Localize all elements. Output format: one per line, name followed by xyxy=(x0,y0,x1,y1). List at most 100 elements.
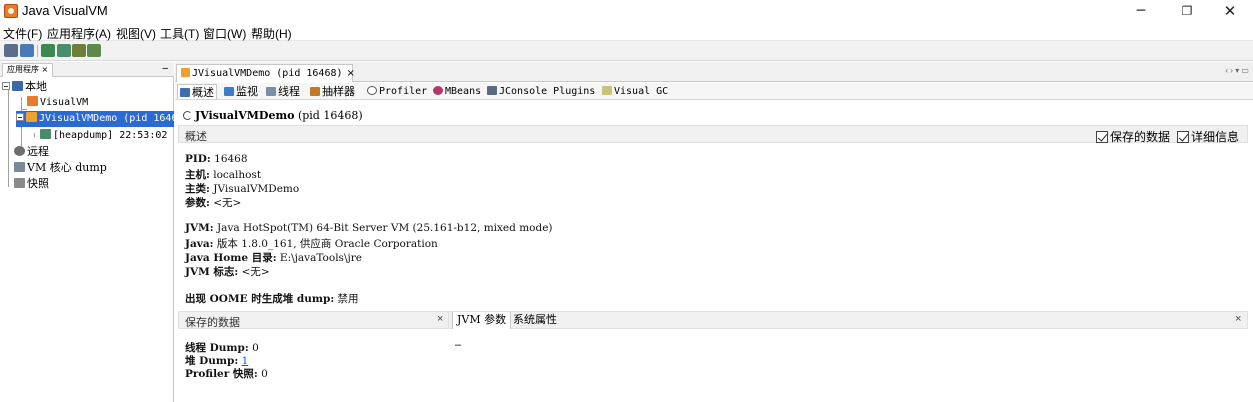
java-app-icon xyxy=(181,68,190,77)
menu-file[interactable]: 文件(F) xyxy=(3,25,42,42)
core-dump-icon xyxy=(14,162,25,172)
info-value: <无> xyxy=(213,197,242,209)
info-label: Java Home 目录: xyxy=(185,252,277,264)
tree-line xyxy=(8,87,9,187)
tree-node-remote-label: 远程 xyxy=(27,145,49,158)
info-oome-heapdump: 出现 OOME 时生成堆 dump: 禁用 xyxy=(185,291,359,306)
tab-applications[interactable]: 应用程序 × xyxy=(2,63,54,77)
monitor-icon xyxy=(224,87,234,96)
saved-data-checkbox[interactable]: 保存的数据 xyxy=(1096,128,1170,145)
jvm-args-content: – xyxy=(455,339,462,351)
details-checkbox[interactable]: 详细信息 xyxy=(1177,128,1239,145)
app-header-pid: (pid 16468) xyxy=(297,109,363,122)
tab-overview[interactable]: 概述 xyxy=(177,84,217,99)
computer-icon xyxy=(12,81,23,91)
java-app-icon xyxy=(26,112,37,122)
info-value: 0 xyxy=(261,368,268,380)
collapse-icon[interactable] xyxy=(16,113,24,121)
tree-node-core-dump-label: VM 核心 dump xyxy=(27,161,107,174)
tab-jvm-args[interactable]: JVM 参数 xyxy=(452,312,512,329)
sampler-icon xyxy=(310,87,320,96)
info-value: E:\javaTools\jre xyxy=(279,252,362,264)
tab-jconsole-plugins[interactable]: JConsole Plugins xyxy=(485,84,597,99)
checkbox-checked-icon xyxy=(1177,131,1189,143)
add-jmx-icon[interactable] xyxy=(20,44,34,57)
tab-monitor[interactable]: 监视 xyxy=(222,84,260,99)
app-header: JVisualVMDemo (pid 16468) xyxy=(183,109,363,122)
info-label: JVM 标志: xyxy=(185,266,239,278)
saved-data-header: 保存的数据 × xyxy=(178,311,449,329)
tab-mbeans[interactable]: MBeans xyxy=(431,84,483,99)
tab-profiler[interactable]: Profiler xyxy=(365,84,429,99)
main-area: JVisualVMDemo (pid 16468) × ‹ › ▾ ▭ 概述 监视… xyxy=(175,62,1253,402)
info-label: Java: xyxy=(185,238,214,250)
overview-section-title: 概述 xyxy=(185,130,207,143)
overview-icon xyxy=(180,88,190,97)
info-jvm-flags: JVM 标志: <无> xyxy=(185,264,270,279)
menu-bar: 文件(F) 应用程序(A) 视图(V) 工具(T) 窗口(W) 帮助(H) xyxy=(0,22,1253,41)
refresh-icon xyxy=(183,111,192,120)
open-file-icon[interactable] xyxy=(4,44,18,57)
properties-header: JVM 参数 系统属性 × xyxy=(448,311,1248,329)
details-checkbox-label: 详细信息 xyxy=(1191,130,1240,144)
close-saved-data-button[interactable]: × xyxy=(437,313,443,325)
tab-sampler[interactable]: 抽样器 xyxy=(308,84,357,99)
info-java-home: Java Home 目录: E:\javaTools\jre xyxy=(185,250,362,265)
title-bar: Java VisualVM ─ ❐ ✕ xyxy=(0,0,1253,22)
info-label: 出现 OOME 时生成堆 dump: xyxy=(185,293,335,305)
info-value: 16468 xyxy=(214,153,248,165)
minimize-panel-button[interactable]: − xyxy=(162,62,168,76)
tree-node-snapshots[interactable]: 快照 xyxy=(14,176,49,192)
close-properties-button[interactable]: × xyxy=(1235,313,1241,325)
maximize-button[interactable]: ❐ xyxy=(1164,0,1210,22)
overview-section-bar: 概述 保存的数据 详细信息 xyxy=(178,125,1248,145)
tab-navigation-controls[interactable]: ‹ › ▾ ▭ xyxy=(1225,66,1249,75)
tree-node-core-dump[interactable]: VM 核心 dump xyxy=(14,160,107,176)
menu-tools[interactable]: 工具(T) xyxy=(160,25,199,42)
snapshot-folder-icon xyxy=(14,178,25,188)
tab-threads[interactable]: 线程 xyxy=(264,84,302,99)
tab-system-properties[interactable]: 系统属性 xyxy=(509,312,561,329)
menu-application[interactable]: 应用程序(A) xyxy=(47,25,111,42)
info-args: 参数: <无> xyxy=(185,195,241,210)
tree-node-heapdump[interactable]: [heapdump] 22:53:02 xyxy=(40,128,167,144)
tab-jvisualvmdemo[interactable]: JVisualVMDemo (pid 16468) × xyxy=(176,64,355,82)
menu-help[interactable]: 帮助(H) xyxy=(251,25,292,42)
tree-node-jvisualvmdemo-label: JVisualVMDemo (pid 1646 xyxy=(39,113,174,124)
tab-jconsole-plugins-label: JConsole Plugins xyxy=(499,86,596,97)
tab-applications-close[interactable]: × xyxy=(42,65,49,74)
tree-node-local[interactable]: 本地 xyxy=(2,79,47,95)
collapse-icon[interactable] xyxy=(2,82,10,90)
compare-snapshot-icon[interactable] xyxy=(87,44,101,57)
tree-node-jvisualvmdemo[interactable]: JVisualVMDemo (pid 1646 xyxy=(16,111,174,127)
tree-node-snapshots-label: 快照 xyxy=(27,177,49,190)
heap-dump-icon[interactable] xyxy=(41,44,55,57)
thread-dump-icon[interactable] xyxy=(57,44,71,57)
info-pid: PID: 16468 xyxy=(185,153,248,165)
tab-visual-gc-label: Visual GC xyxy=(614,86,669,97)
info-value: 禁用 xyxy=(337,293,359,305)
tree-node-remote[interactable]: 远程 xyxy=(14,144,49,160)
view-tab-bar: 概述 监视 线程 抽样器 Profiler MBeans JConsole Pl… xyxy=(175,83,1253,100)
info-label: PID: xyxy=(185,153,211,165)
tab-applications-label: 应用程序 xyxy=(7,65,39,74)
menu-window[interactable]: 窗口(W) xyxy=(203,25,246,42)
profiler-icon xyxy=(367,86,377,95)
close-window-button[interactable]: ✕ xyxy=(1207,0,1253,22)
info-label: 主机: xyxy=(185,169,210,181)
info-label: JVM: xyxy=(185,222,214,234)
menu-view[interactable]: 视图(V) xyxy=(116,25,156,42)
info-profiler-snapshot: Profiler 快照: 0 xyxy=(185,366,268,381)
applications-panel: 应用程序 × − 本地 VisualVM JVisualVMDemo (pid … xyxy=(0,62,174,402)
snapshot-icon[interactable] xyxy=(72,44,86,57)
minimize-button[interactable]: ─ xyxy=(1118,0,1164,22)
threads-icon xyxy=(266,87,276,96)
tab-mbeans-label: MBeans xyxy=(445,86,482,97)
tab-overview-label: 概述 xyxy=(192,86,214,99)
tree-node-heapdump-label: [heapdump] 22:53:02 xyxy=(53,130,168,141)
close-tab-button[interactable]: × xyxy=(347,68,355,79)
tree-node-visualvm[interactable]: VisualVM xyxy=(27,95,88,111)
applications-tab-bar: 应用程序 × − xyxy=(0,62,174,77)
tree-node-visualvm-label: VisualVM xyxy=(40,97,89,108)
tab-visual-gc[interactable]: Visual GC xyxy=(600,84,670,99)
